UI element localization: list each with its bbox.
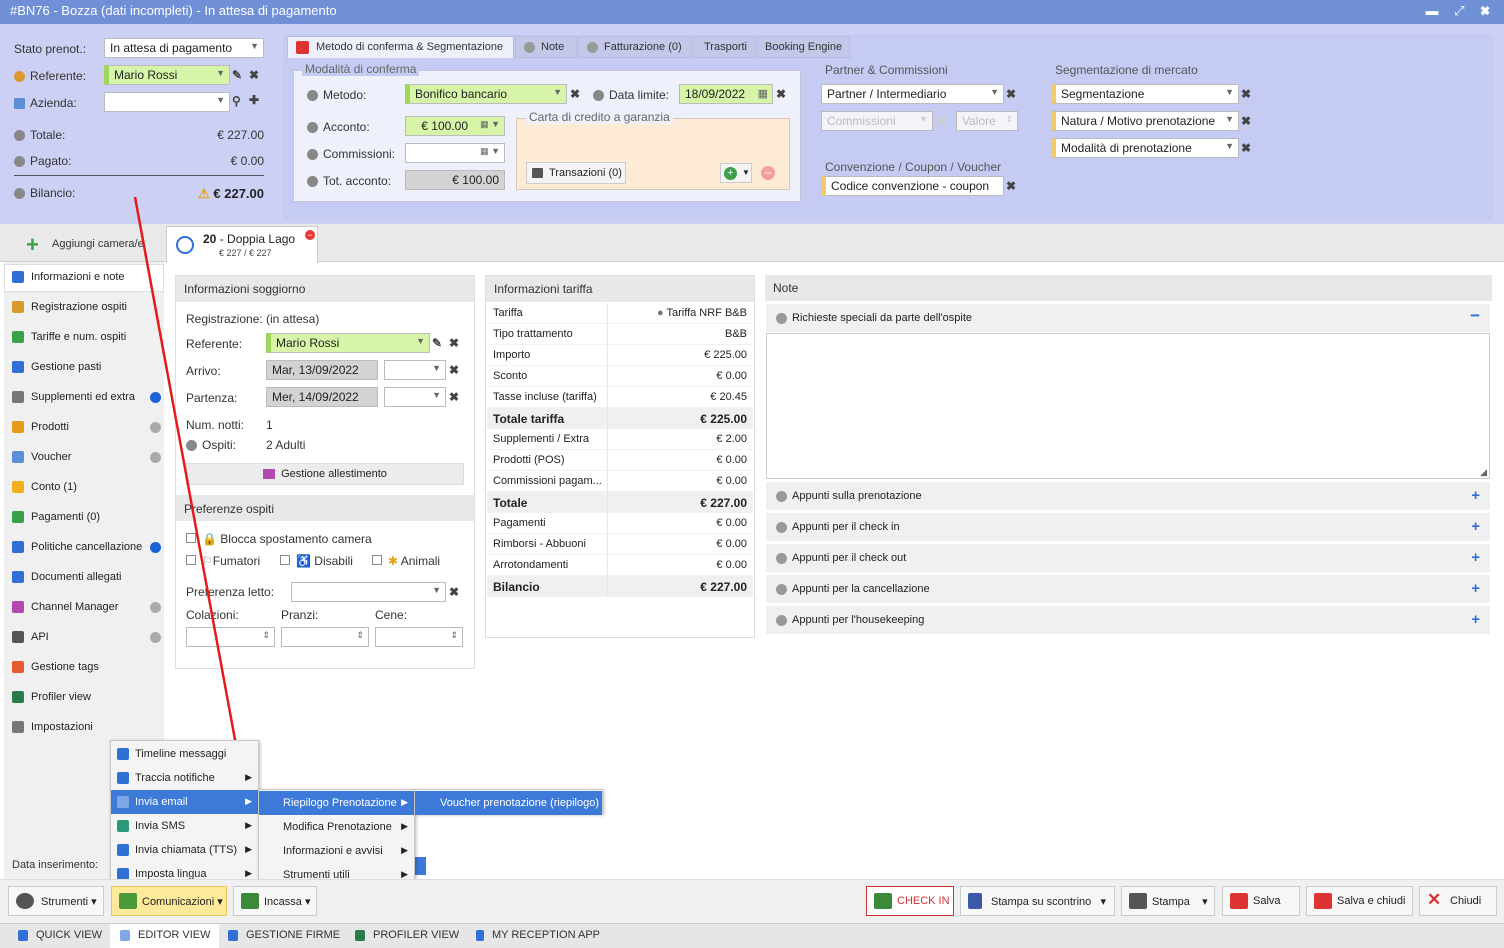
printer-icon <box>1129 893 1147 909</box>
phone-icon <box>476 929 484 941</box>
menu-item-voucher[interactable]: Voucher prenotazione (riepilogo) <box>415 791 602 815</box>
door-icon <box>874 893 892 909</box>
close-icon: ✕ <box>1427 890 1442 909</box>
menu-item[interactable]: Timeline messaggi <box>111 742 258 766</box>
view-switcher-bar: QUICK VIEW EDITOR VIEW GESTIONE FIRME PR… <box>0 923 1504 948</box>
signature-icon <box>228 929 238 941</box>
gestione-firme-button[interactable]: GESTIONE FIRME <box>228 929 340 941</box>
receipt-icon <box>968 893 982 909</box>
save-close-icon <box>1314 893 1332 909</box>
menu-item-icon <box>117 772 129 784</box>
money-icon <box>241 893 259 909</box>
save-icon <box>1230 893 1248 909</box>
menu-item[interactable]: Informazioni e avvisi ▶ <box>259 839 414 863</box>
menu-item-icon <box>117 820 129 832</box>
chat-icon <box>119 893 137 909</box>
lightning-icon <box>18 929 28 941</box>
riepilogo-submenu: Voucher prenotazione (riepilogo) <box>414 789 603 815</box>
menu-item[interactable]: Invia email ▶ <box>111 790 258 814</box>
chevron-right-icon: ▶ <box>245 844 252 854</box>
chevron-right-icon: ▶ <box>245 820 252 830</box>
stampa-scontrino-button[interactable]: Stampa su scontrino ▾ <box>960 886 1115 916</box>
my-reception-app-button[interactable]: MY RECEPTION APP <box>476 929 600 941</box>
menu-item-icon <box>117 748 129 760</box>
checkin-button[interactable]: CHECK IN <box>866 886 954 916</box>
menu-item[interactable]: Invia chiamata (TTS) ▶ <box>111 838 258 862</box>
menu-item[interactable]: Invia SMS ▶ <box>111 814 258 838</box>
chevron-right-icon: ▶ <box>401 797 408 807</box>
editor-view-button[interactable]: EDITOR VIEW <box>110 924 219 948</box>
chiudi-button[interactable]: ✕ Chiudi <box>1419 886 1497 916</box>
chevron-right-icon: ▶ <box>245 772 252 782</box>
stampa-button[interactable]: Stampa ▾ <box>1121 886 1215 916</box>
data-inserimento-label: Data inserimento: <box>12 859 99 871</box>
editor-icon <box>120 929 130 941</box>
chevron-right-icon: ▶ <box>401 821 408 831</box>
invia-email-submenu: Riepilogo Prenotazione ▶ Modifica Prenotaz… <box>258 789 415 886</box>
salva-chiudi-button[interactable]: Salva e chiudi <box>1306 886 1413 916</box>
menu-item[interactable]: Modifica Prenotazione ▶ <box>259 815 414 839</box>
strumenti-button[interactable]: Strumenti ▾ <box>8 886 104 916</box>
chevron-right-icon: ▶ <box>401 845 408 855</box>
bottom-toolbar: Strumenti ▾ Comunicazioni ▾ Incassa ▾ CH… <box>0 879 1504 923</box>
menu-item-icon <box>117 844 129 856</box>
chevron-right-icon: ▶ <box>245 868 252 878</box>
gear-icon <box>16 893 34 909</box>
incassa-button[interactable]: Incassa ▾ <box>233 886 317 916</box>
quick-view-button[interactable]: QUICK VIEW <box>18 929 102 941</box>
chevron-right-icon: ▶ <box>245 796 252 806</box>
profiler-icon <box>355 929 365 941</box>
menu-item-icon <box>117 796 129 808</box>
salva-button[interactable]: Salva <box>1222 886 1300 916</box>
menu-item[interactable]: Riepilogo Prenotazione ▶ <box>259 791 414 815</box>
menu-item[interactable]: Traccia notifiche ▶ <box>111 766 258 790</box>
comunicazioni-button[interactable]: Comunicazioni ▾ <box>111 886 227 916</box>
profiler-view-button[interactable]: PROFILER VIEW <box>355 929 459 941</box>
comunicazioni-menu: Timeline messaggi Traccia notifiche ▶ Invia… <box>110 740 259 886</box>
